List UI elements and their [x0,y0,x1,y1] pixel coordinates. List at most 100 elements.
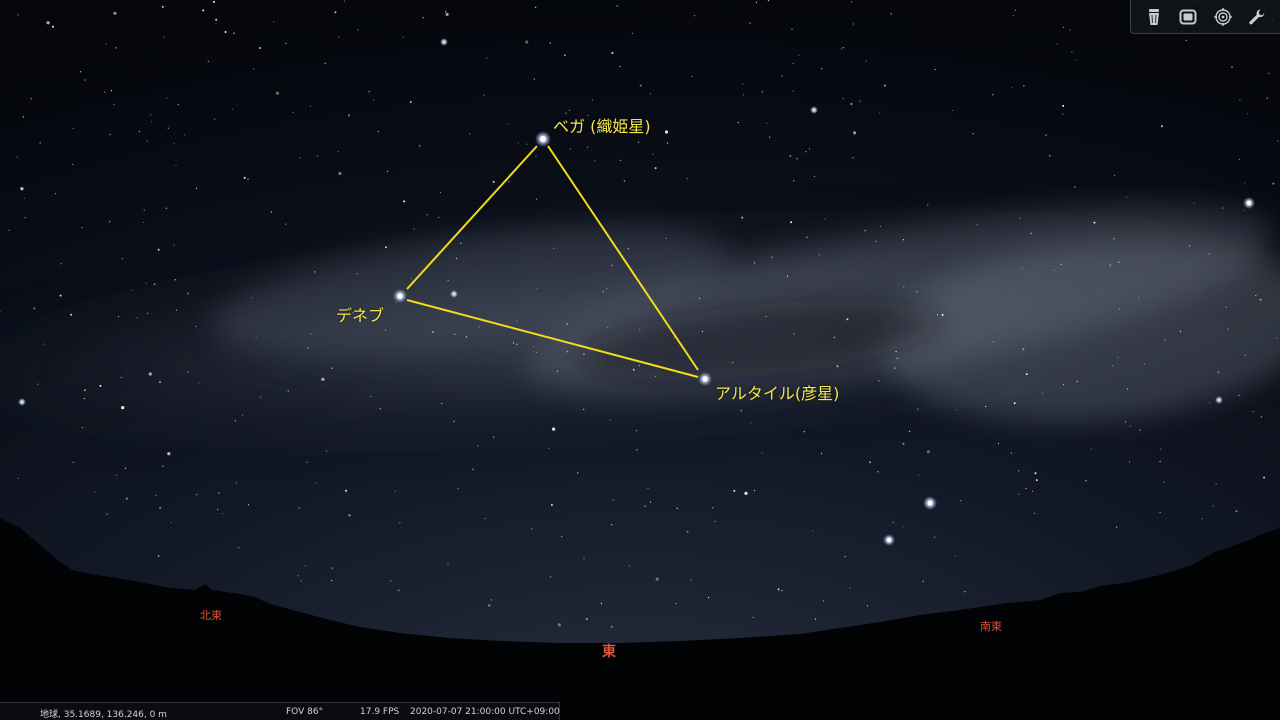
cardinal-northeast: 北東 [200,609,222,622]
background-star [465,336,467,338]
background-star [1030,232,1032,234]
background-star [344,0,346,2]
background-star [820,452,823,455]
background-star [754,489,756,492]
background-star [399,522,401,524]
background-star [214,118,216,120]
sky-view[interactable]: ベガ (織姫星) デネブ アルタイル(彦星) 北東 東 南東 地球, 35.16… [0,0,1280,720]
background-star [1217,371,1220,374]
background-star [173,142,175,144]
wrench-button[interactable] [1246,6,1268,28]
background-star [331,567,334,570]
background-star [1118,261,1120,263]
background-star [536,198,538,200]
background-star [1239,99,1241,101]
background-star [235,482,237,484]
background-star [638,141,640,143]
background-star [631,32,633,34]
background-star [345,489,348,492]
background-star [33,307,36,310]
background-star [455,257,457,259]
background-star [781,590,783,592]
background-star [607,326,609,329]
background-star [842,47,844,49]
background-star [1272,182,1275,185]
datetime-readout[interactable]: 2020-07-07 21:00:00 UTC+09:00 [410,707,560,717]
background-star [866,605,869,607]
trash-bin-button[interactable] [1143,6,1165,28]
background-star [781,75,783,77]
background-star [852,157,854,159]
fov-readout[interactable]: FOV 86° [286,707,323,717]
background-star [486,57,488,59]
background-star [377,130,379,133]
background-star [701,330,704,332]
background-star [410,277,412,280]
background-star [553,247,555,250]
background-star [777,588,780,591]
background-star [846,318,849,321]
background-star [654,167,657,170]
background-star [70,313,73,316]
background-star [124,467,126,469]
background-star [917,408,919,410]
background-star [536,288,539,290]
background-star [287,390,289,392]
background-star [531,528,533,530]
background-star [173,244,175,246]
window-mode-button[interactable] [1177,6,1199,28]
background-star [1113,238,1115,240]
background-star [753,262,756,264]
background-star [94,491,96,493]
target-reticle-button[interactable] [1212,6,1234,28]
background-star [792,63,794,65]
background-star [649,501,652,503]
background-star [113,103,115,105]
background-star [1117,356,1119,358]
background-star [1139,429,1141,431]
background-star [20,187,24,191]
background-star [314,271,316,273]
background-star [275,91,279,95]
background-star [824,218,826,220]
background-star [699,297,701,299]
background-star [259,47,262,49]
background-star [243,176,246,179]
background-star [247,178,249,180]
background-star [136,317,138,319]
background-star [30,98,32,100]
background-star [1114,174,1116,176]
background-star [1025,373,1028,376]
background-star [99,384,102,387]
background-star [438,216,440,218]
background-star [693,15,696,17]
background-star [84,79,86,81]
background-star [712,507,714,509]
background-star [769,136,771,138]
location-readout[interactable]: 地球, 35.1689, 136.246, 0 m [40,707,167,720]
background-star [24,217,26,219]
background-star [636,449,638,451]
fps-readout: 17.9 FPS [360,707,400,717]
background-star [611,52,614,54]
background-star [1118,308,1120,310]
background-star [869,461,872,464]
background-star [454,333,456,335]
background-star [1276,337,1278,339]
background-star [714,520,716,523]
background-star [472,468,474,470]
background-star [1074,186,1076,188]
background-star [159,506,162,509]
background-star [606,288,608,290]
background-star [1034,472,1037,475]
background-star [187,371,189,373]
background-star [138,130,140,133]
background-star [1201,518,1203,520]
background-star [771,256,773,258]
background-star [184,134,186,136]
background-star [733,489,736,492]
background-star [976,224,979,226]
background-star [649,93,652,95]
background-star [941,313,944,316]
background-star [198,382,200,384]
